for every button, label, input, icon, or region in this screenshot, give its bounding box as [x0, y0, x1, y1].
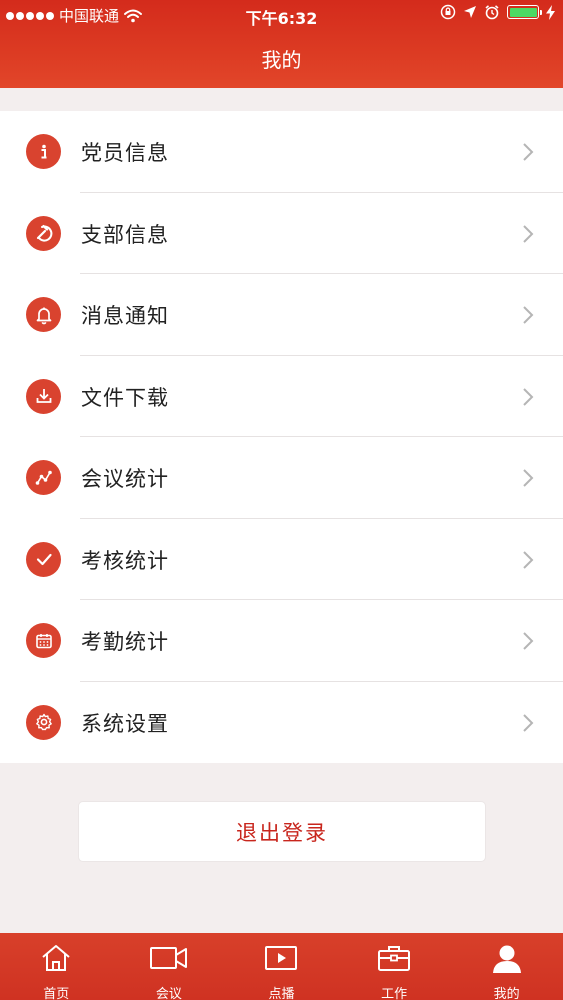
menu-label: 党员信息	[81, 141, 169, 165]
tab-meeting[interactable]: 会议	[113, 933, 226, 1000]
info-icon	[26, 134, 61, 169]
chevron-right-icon	[523, 550, 534, 569]
tab-on-demand[interactable]: 点播	[225, 933, 338, 1000]
menu-label: 考核统计	[81, 548, 169, 573]
chevron-right-icon	[523, 387, 534, 406]
home-icon	[42, 945, 70, 971]
location-arrow-icon	[464, 6, 476, 18]
menu-label: 系统设置	[81, 711, 169, 736]
line-chart-icon	[26, 460, 61, 495]
alarm-icon	[485, 5, 499, 20]
party-emblem-icon	[26, 215, 61, 251]
chevron-right-icon	[523, 469, 534, 487]
menu-item-assessment-stats[interactable]: 考核统计	[0, 519, 563, 600]
chevron-right-icon	[523, 143, 534, 161]
chevron-right-icon	[523, 224, 534, 243]
briefcase-icon	[378, 946, 411, 971]
check-icon	[26, 541, 61, 577]
tab-mine[interactable]: 我的	[450, 933, 563, 1000]
gear-icon	[26, 704, 61, 740]
my-page-screen: 中国联通 下午6:32 我的 党员信息 支部信息 消息通知 文件下载 会议统计 …	[0, 0, 563, 1000]
menu-label: 支部信息	[81, 222, 169, 247]
menu-item-attendance-stats[interactable]: 考勤统计	[0, 600, 563, 682]
play-icon	[265, 946, 298, 970]
bell-icon	[26, 297, 61, 332]
tab-label: 首页	[43, 987, 70, 1000]
menu-item-notifications[interactable]: 消息通知	[0, 274, 563, 356]
menu-item-file-download[interactable]: 文件下载	[0, 356, 563, 437]
battery-icon	[507, 5, 542, 19]
menu-label: 文件下载	[81, 385, 169, 410]
menu-label: 考勤统计	[81, 630, 169, 654]
tab-work[interactable]: 工作	[338, 933, 451, 1000]
status-right	[440, 4, 555, 20]
charging-bolt-icon	[546, 4, 555, 20]
menu-label: 消息通知	[81, 304, 169, 328]
menu-label: 会议统计	[81, 467, 169, 491]
menu-list: 党员信息 支部信息 消息通知 文件下载 会议统计 考核统计 考勤统计 系统设置	[0, 111, 563, 763]
video-camera-icon	[149, 947, 187, 969]
tab-label: 工作	[381, 987, 408, 1000]
status-bar: 中国联通 下午6:32	[0, 0, 563, 30]
chevron-right-icon	[523, 306, 534, 324]
menu-item-system-settings[interactable]: 系统设置	[0, 682, 563, 764]
logout-label: 退出登录	[236, 820, 328, 845]
chevron-right-icon	[523, 713, 534, 732]
tab-home[interactable]: 首页	[0, 933, 113, 1000]
calendar-icon	[26, 623, 61, 658]
menu-item-branch-info[interactable]: 支部信息	[0, 193, 563, 274]
download-icon	[26, 378, 61, 414]
page-title: 我的	[261, 48, 302, 72]
menu-item-member-info[interactable]: 党员信息	[0, 111, 563, 193]
header: 中国联通 下午6:32 我的	[0, 0, 563, 88]
tab-label: 点播	[268, 987, 295, 1000]
tab-label: 我的	[493, 987, 520, 1000]
person-icon	[492, 945, 521, 973]
menu-item-meeting-stats[interactable]: 会议统计	[0, 437, 563, 519]
tab-bar: 首页 会议 点播 工作 我的	[0, 933, 563, 1000]
logout-button[interactable]: 退出登录	[79, 802, 485, 861]
chevron-right-icon	[523, 632, 534, 650]
tab-label: 会议	[155, 987, 182, 1000]
orientation-lock-icon	[440, 4, 456, 20]
